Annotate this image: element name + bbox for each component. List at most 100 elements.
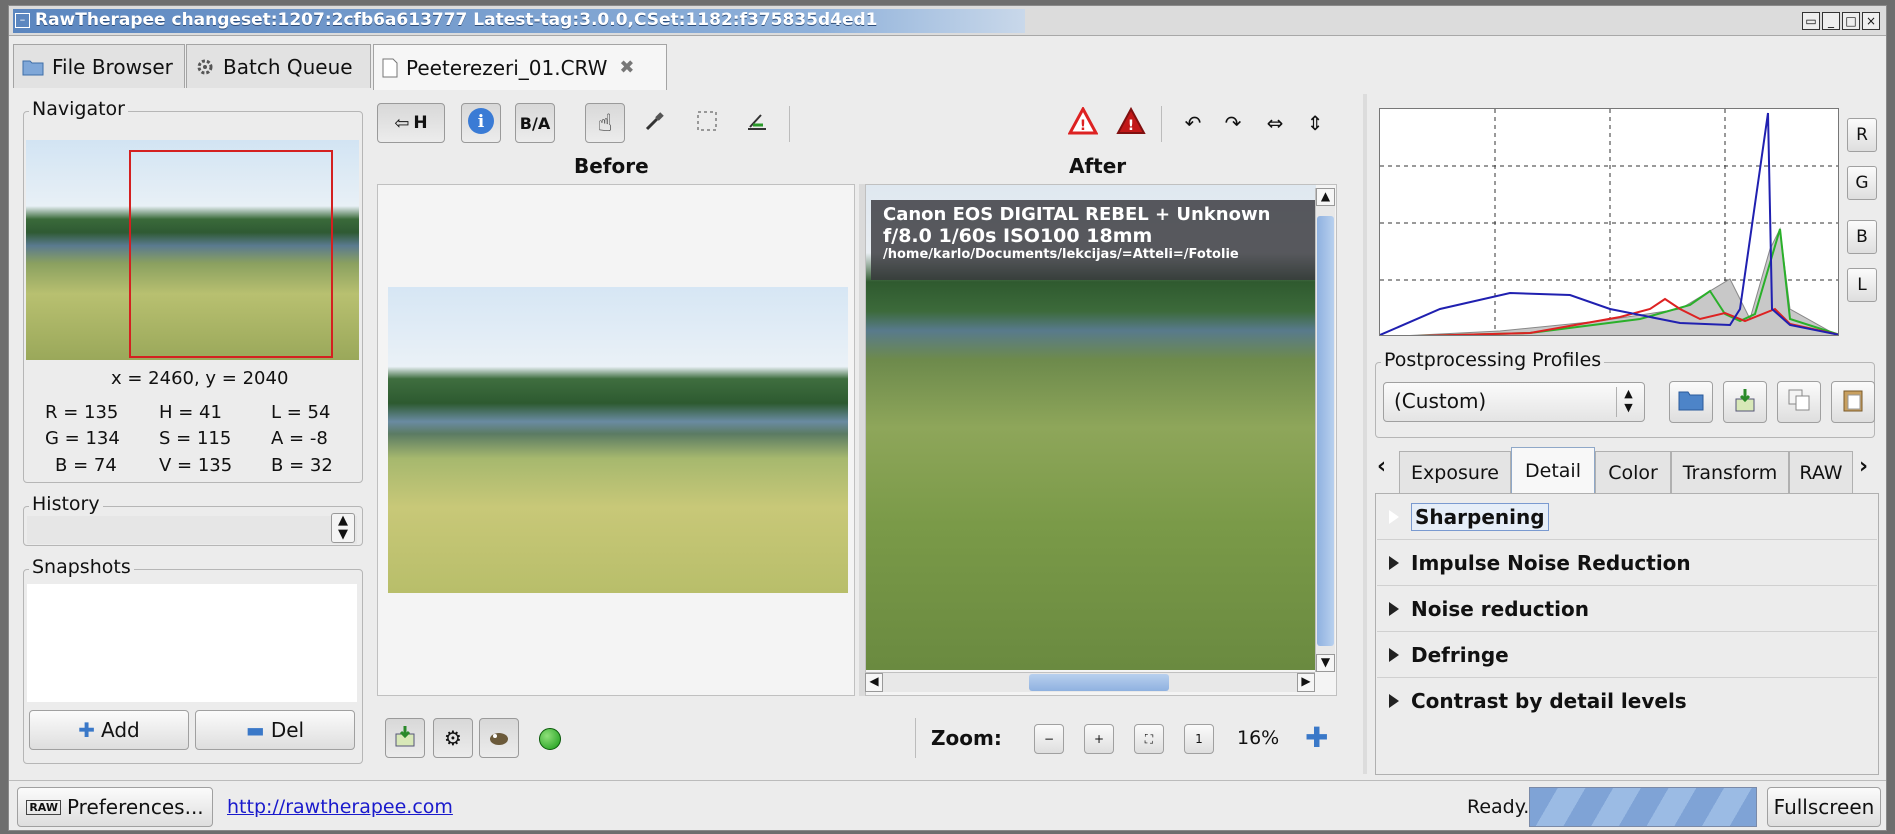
value-s: S = 115	[159, 428, 232, 449]
tool-label: Defringe	[1411, 642, 1509, 667]
tool-sharpening[interactable]: Sharpening	[1377, 494, 1877, 540]
info-toggle-button[interactable]: i	[461, 103, 501, 143]
warning-filled-icon: !	[1116, 106, 1146, 140]
svg-text:!: !	[1080, 118, 1086, 134]
tab-image-editor[interactable]: Peeterezeri_01.CRW ✖	[373, 44, 667, 90]
histogram-l-toggle[interactable]: L	[1847, 268, 1877, 302]
minimize-window-icon[interactable]: _	[1822, 12, 1840, 30]
expander-arrow-icon	[1389, 509, 1399, 524]
before-after-toggle-button[interactable]: B/A	[515, 103, 555, 143]
tool-impulse-noise-reduction[interactable]: Impulse Noise Reduction	[1377, 540, 1877, 586]
hand-tool-button[interactable]: ☝	[585, 103, 625, 143]
tab-label: Batch Queue	[223, 54, 353, 79]
window-menu-icon[interactable]: –	[15, 13, 30, 28]
scroll-right-icon[interactable]: ▶	[1297, 673, 1315, 692]
fullscreen-button[interactable]: Fullscreen	[1767, 787, 1881, 827]
info-icon: i	[467, 107, 495, 140]
tab-exposure[interactable]: Exposure	[1399, 451, 1511, 493]
before-preview-pane[interactable]	[377, 184, 855, 696]
vertical-scroll-thumb[interactable]	[1317, 216, 1334, 646]
save-profile-button[interactable]	[1723, 381, 1767, 423]
tab-batch-queue[interactable]: Batch Queue	[186, 44, 371, 88]
open-folder-icon	[1677, 388, 1705, 417]
rotate-right-icon: ↷	[1224, 111, 1242, 135]
zoom-in-button[interactable]: +	[1084, 724, 1114, 754]
shadow-clipping-button[interactable]: !	[1063, 103, 1103, 143]
tabs-scroll-left-icon[interactable]: ‹	[1377, 454, 1386, 479]
history-toggle-button[interactable]: ⇦ H	[377, 103, 445, 143]
profile-select[interactable]: (Custom) ▲ ▼	[1383, 382, 1645, 422]
exif-path: /home/karlo/Documents/lekcijas/=Atteli=/…	[883, 247, 1239, 262]
tab-raw[interactable]: RAW	[1789, 451, 1853, 493]
save-image-button[interactable]	[385, 718, 425, 758]
paste-profile-button[interactable]	[1831, 381, 1875, 423]
tabs-scroll-right-icon[interactable]: ›	[1859, 454, 1868, 479]
save-icon	[393, 724, 417, 753]
zoom-100-button[interactable]: 1	[1184, 724, 1214, 754]
tool-label: Impulse Noise Reduction	[1411, 550, 1691, 575]
history-scroll-icon[interactable]: ▲ ▼	[331, 513, 355, 543]
snapshots-label: Snapshots	[29, 556, 134, 578]
send-to-editor-button[interactable]	[479, 718, 519, 758]
tool-defringe[interactable]: Defringe	[1377, 632, 1877, 678]
flip-horizontal-button[interactable]: ⇔	[1255, 103, 1295, 143]
navigator-viewport-rect[interactable]	[129, 150, 333, 358]
histogram-g-toggle[interactable]: G	[1847, 166, 1877, 200]
tool-contrast-by-detail-levels[interactable]: Contrast by detail levels	[1377, 678, 1877, 724]
zoom-in-icon: +	[1093, 732, 1105, 746]
tool-label: Contrast by detail levels	[1411, 689, 1687, 713]
tab-detail[interactable]: Detail	[1511, 447, 1595, 493]
crop-tool-button[interactable]	[687, 103, 727, 143]
statusbar-divider	[9, 780, 1886, 781]
preferences-icon: RAW	[26, 799, 61, 815]
straighten-tool-button[interactable]	[737, 103, 777, 143]
preferences-button[interactable]: RAW Preferences...	[17, 787, 213, 827]
plus-icon: ✚	[78, 718, 96, 742]
value-a: A = -8	[271, 428, 328, 449]
histogram-b-toggle[interactable]: B	[1847, 220, 1877, 254]
scroll-down-icon[interactable]: ▼	[1316, 654, 1335, 672]
maximize-window-icon[interactable]: □	[1842, 12, 1860, 30]
zoom-100-icon: 1	[1195, 732, 1203, 746]
panel-splitter[interactable]	[1363, 94, 1367, 774]
tab-color[interactable]: Color	[1595, 451, 1671, 493]
zoom-out-button[interactable]: −	[1034, 724, 1064, 754]
preferences-label: Preferences...	[66, 795, 204, 819]
tab-transform[interactable]: Transform	[1671, 451, 1789, 493]
snapshots-list[interactable]	[27, 584, 357, 702]
copy-icon	[1787, 388, 1811, 417]
color-picker-button[interactable]	[635, 103, 675, 143]
tool-noise-reduction[interactable]: Noise reduction	[1377, 586, 1877, 632]
new-window-plus-icon[interactable]: ✚	[1305, 724, 1328, 752]
website-link[interactable]: http://rawtherapee.com	[227, 796, 453, 818]
flip-vertical-button[interactable]: ⇕	[1295, 103, 1335, 143]
queue-gear-icon: ⚙	[444, 726, 462, 750]
tab-file-browser[interactable]: File Browser	[13, 44, 185, 88]
add-snapshot-button[interactable]: ✚ Add	[29, 710, 189, 750]
copy-profile-button[interactable]	[1777, 381, 1821, 423]
highlight-clipping-button[interactable]: !	[1111, 103, 1151, 143]
horizontal-scroll-thumb[interactable]	[1029, 674, 1169, 691]
save-profile-icon	[1733, 387, 1757, 418]
histogram-r-toggle[interactable]: R	[1847, 118, 1877, 152]
scroll-up-icon[interactable]: ▲	[1316, 188, 1335, 206]
close-tab-icon[interactable]: ✖	[619, 57, 634, 78]
vertical-scrollbar[interactable]: ▲ ▼	[1315, 188, 1335, 672]
rotate-left-button[interactable]: ↶	[1173, 103, 1213, 143]
rotate-right-button[interactable]: ↷	[1213, 103, 1253, 143]
delete-snapshot-button[interactable]: ▬ Del	[195, 710, 355, 750]
exif-shutter: 1/60s	[938, 225, 997, 247]
history-list[interactable]	[27, 516, 357, 544]
exif-iso: ISO100	[1003, 225, 1080, 247]
load-profile-button[interactable]	[1669, 381, 1713, 423]
zoom-out-icon: −	[1043, 732, 1055, 746]
profile-selected-value: (Custom)	[1394, 389, 1487, 413]
zoom-fit-button[interactable]: ⛶	[1134, 724, 1164, 754]
send-to-queue-button[interactable]: ⚙	[433, 718, 473, 758]
svg-text:!: !	[1128, 118, 1134, 134]
scroll-left-icon[interactable]: ◀	[865, 673, 883, 692]
horizontal-scrollbar[interactable]: ◀ ▶	[865, 672, 1315, 692]
navigator-thumbnail[interactable]	[26, 140, 359, 360]
close-window-icon[interactable]: ×	[1862, 12, 1880, 30]
shade-window-icon[interactable]: ▭	[1802, 12, 1820, 30]
